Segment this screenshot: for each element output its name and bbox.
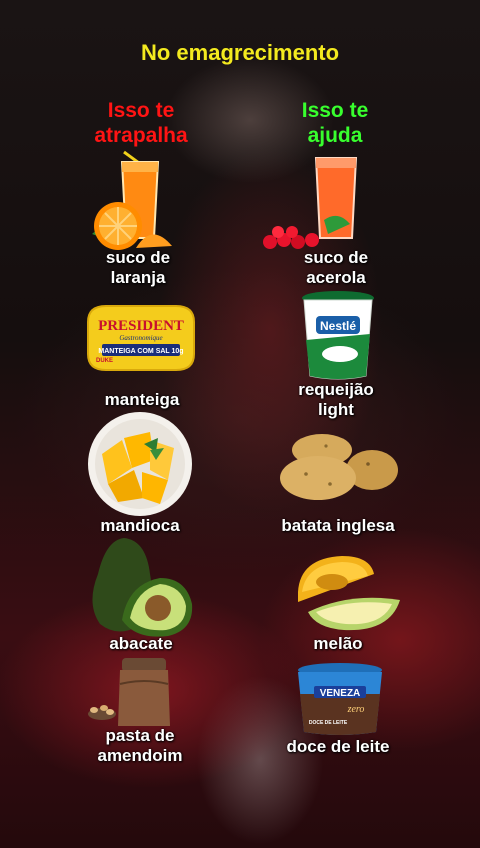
food-label-bad-1-line1: suco de: [105, 248, 171, 267]
food-label-bad-1-line2: laranja: [110, 268, 166, 287]
food-label-good-2: requeijão light: [236, 380, 436, 420]
dulce-sub: DOCE DE LEITE: [309, 720, 348, 726]
food-label-good-5-line1: doce de leite: [286, 737, 390, 756]
column-header-bad-line2: atrapalha: [94, 124, 188, 147]
food-label-bad-5-line1: pasta de: [105, 726, 175, 745]
food-label-good-1-line1: suco de: [303, 248, 369, 267]
food-label-bad-1: suco de laranja: [38, 248, 238, 288]
food-label-bad-4-line1: abacate: [109, 634, 173, 653]
orange-juice-icon: [92, 150, 172, 250]
butter-icon: PRESIDENT Gastronomique MANTEIGA COM SAL…: [87, 305, 195, 371]
butter-badge: DUKE: [96, 358, 113, 364]
food-label-good-2-line2: light: [318, 400, 354, 419]
food-label-good-1: suco de acerola: [236, 248, 436, 288]
food-label-good-3-line1: batata inglesa: [281, 516, 395, 535]
food-label-bad-5: pasta de amendoim: [40, 726, 240, 766]
food-label-bad-5-line2: amendoim: [97, 746, 183, 765]
butter-tag: MANTEIGA COM SAL 10g: [98, 348, 183, 355]
page-title: No emagrecimento: [140, 40, 340, 65]
melon-icon: [298, 556, 400, 631]
column-header-bad-line1: Isso te: [107, 99, 175, 122]
dulce-brand: VENEZA: [320, 688, 361, 699]
column-header-good-line1: Isso te: [301, 99, 369, 122]
food-label-bad-4: abacate: [41, 634, 241, 654]
food-label-good-2-line1: requeijão: [298, 380, 374, 399]
cream-cheese-brand: Nestlé: [320, 319, 356, 333]
dulce-tag: zero: [347, 704, 365, 715]
cream-cheese-cup-icon: Nestlé: [302, 291, 374, 380]
food-label-bad-2: manteiga: [42, 390, 242, 410]
acerola-juice-icon: [263, 157, 358, 249]
butter-sub: Gastronomique: [119, 334, 162, 342]
food-label-good-4: melão: [238, 634, 438, 654]
food-label-good-3: batata inglesa: [238, 516, 438, 536]
food-label-bad-3-line1: mandioca: [100, 516, 180, 535]
avocado-icon: [92, 538, 193, 637]
food-label-good-1-line2: acerola: [306, 268, 366, 287]
cassava-icon: [88, 412, 192, 516]
food-label-good-5: doce de leite: [238, 737, 438, 757]
food-label-bad-2-line1: manteiga: [104, 390, 180, 409]
dulce-de-leche-icon: VENEZA zero DOCE DE LEITE: [298, 663, 382, 735]
peanut-butter-icon: [88, 658, 170, 726]
butter-brand: PRESIDENT: [98, 318, 184, 334]
column-header-bad: Isso te atrapalha: [56, 98, 226, 148]
column-header-good: Isso te ajuda: [250, 98, 420, 148]
food-label-bad-3: mandioca: [40, 516, 240, 536]
food-label-good-4-line1: melão: [313, 634, 363, 653]
potato-icon: [280, 434, 398, 500]
column-header-good-line2: ajuda: [307, 124, 363, 147]
